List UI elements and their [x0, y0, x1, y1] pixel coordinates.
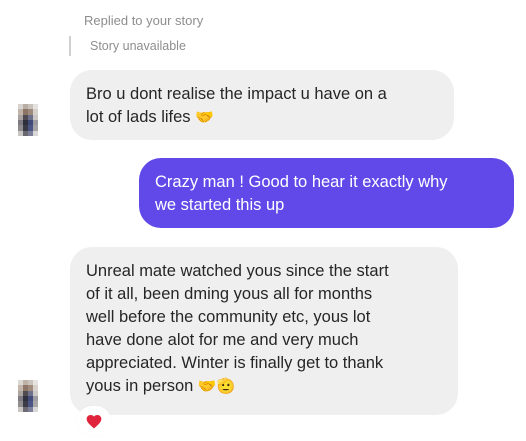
message-line: appreciated. Winter is finally get to th…	[86, 354, 384, 372]
message-line: Unreal mate watched yous since the start	[86, 262, 389, 280]
message-reaction[interactable]	[79, 408, 109, 434]
avatar[interactable]	[18, 104, 38, 136]
heart-icon	[86, 414, 102, 429]
message-line: Bro u dont realise the impact u have on …	[86, 85, 387, 103]
story-reply-bar	[69, 36, 71, 56]
chat-thread: Replied to your story Story unavailable …	[0, 0, 526, 441]
message-line: have done alot for me and very much	[86, 331, 359, 349]
incoming-message-bubble[interactable]: Unreal mate watched yous since the start…	[70, 247, 458, 415]
outgoing-message-bubble[interactable]: Crazy man ! Good to hear it exactly why …	[139, 158, 514, 228]
message-line: Crazy man ! Good to hear it exactly why	[155, 173, 448, 191]
handshake-salute-emoji: 🤝🫡	[197, 378, 236, 396]
story-unavailable-label: Story unavailable	[90, 39, 186, 53]
avatar[interactable]	[18, 380, 38, 412]
message-line: of it all, been dming yous all for month…	[86, 285, 373, 303]
message-line: well before the community etc, yous lot	[86, 308, 371, 326]
story-reply-header: Replied to your story	[84, 13, 204, 28]
message-line: yous in person	[86, 377, 194, 395]
message-line: lot of lads lifes	[86, 108, 191, 126]
handshake-emoji: 🤝	[195, 109, 214, 127]
incoming-message-bubble[interactable]: Bro u dont realise the impact u have on …	[70, 70, 454, 140]
message-line: we started this up	[155, 196, 285, 214]
